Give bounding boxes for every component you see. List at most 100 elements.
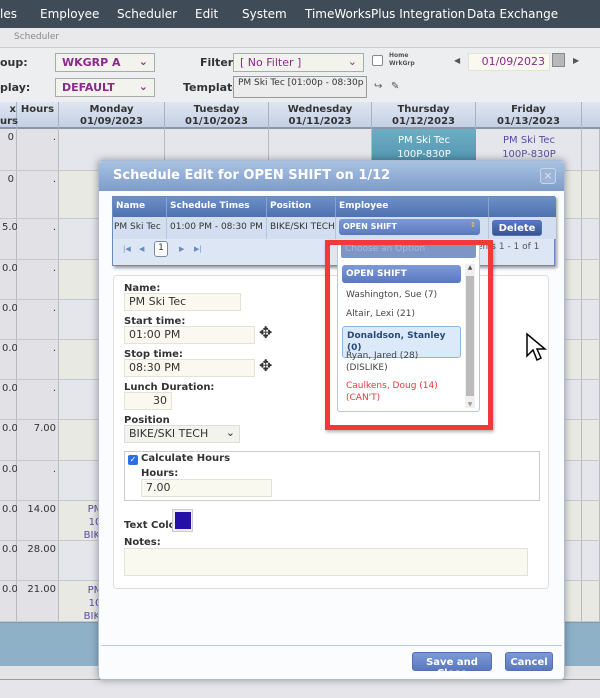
display-value: DEFAULT xyxy=(62,81,115,94)
column-monday[interactable]: Monday 01/09/2023 xyxy=(59,102,165,129)
cell-max: 0.00 xyxy=(0,541,24,580)
notes-textarea[interactable] xyxy=(124,548,528,576)
hours-input[interactable]: 7.00 xyxy=(141,479,272,497)
grid-header-actions xyxy=(489,197,556,217)
chevron-down-icon: ⌄ xyxy=(347,55,357,68)
cell-hours: . xyxy=(17,171,59,218)
toolbar: oup: WKGRP A ⌄ Filter: [ No Filter ] ⌄ Hom… xyxy=(0,48,600,102)
grid-header-employee: Employee xyxy=(336,197,489,217)
time-picker-icon[interactable]: ✥ xyxy=(259,358,272,374)
display-select[interactable]: DEFAULT ⌄ xyxy=(55,78,155,97)
filter-select[interactable]: [ No Filter ] ⌄ xyxy=(233,53,364,72)
save-and-close-button[interactable]: Save and Close xyxy=(412,652,492,679)
name-input[interactable]: PM Ski Tec xyxy=(124,293,241,311)
position-select[interactable]: BIKE/SKI TECH ⌄ xyxy=(124,425,240,443)
start-time-input[interactable]: 01:00 PM xyxy=(124,326,255,344)
cell-max: 0.00 xyxy=(0,380,24,419)
edit-template-icon[interactable]: ✎ xyxy=(391,81,399,92)
calculate-hours-checkbox[interactable]: ✓ xyxy=(128,455,138,465)
employee-select[interactable]: OPEN SHIFT ⇕ xyxy=(339,219,480,235)
pager-prev-icon[interactable]: ◀ xyxy=(139,245,144,253)
hours-label: Hours: xyxy=(141,468,179,479)
date-input[interactable]: 01/09/2023 xyxy=(468,53,550,71)
display-label: play: xyxy=(0,81,31,94)
cell-max: 0.00 xyxy=(0,461,24,500)
cell-hours: 28.00 xyxy=(17,541,59,580)
calendar-icon[interactable] xyxy=(552,53,565,67)
pager-last-icon[interactable]: ▶| xyxy=(194,245,202,253)
cell-hours: . xyxy=(17,300,59,339)
lunch-input[interactable]: 30 xyxy=(124,392,172,410)
cell-hours: . xyxy=(17,340,59,379)
time-picker-icon[interactable]: ✥ xyxy=(259,325,272,341)
pager-first-icon[interactable]: |◀ xyxy=(123,245,131,253)
day-cell[interactable] xyxy=(582,380,600,419)
day-cell[interactable] xyxy=(582,260,600,299)
column-max-hours: x urs xyxy=(0,102,19,129)
grid-header-name: Name xyxy=(113,197,167,217)
cell-hours: . xyxy=(17,461,59,500)
breadcrumb-scheduler[interactable]: Scheduler xyxy=(14,32,59,42)
next-date-icon[interactable]: ▶ xyxy=(573,56,579,65)
day-cell[interactable] xyxy=(582,541,600,580)
delete-button[interactable]: Delete xyxy=(492,220,542,236)
day-cell[interactable] xyxy=(582,300,600,339)
cell-hours: 14.00 xyxy=(17,501,59,540)
cell-max: 5.00 xyxy=(0,219,24,259)
cell-max: 0 xyxy=(0,171,17,218)
day-cell[interactable] xyxy=(582,420,600,460)
menu-item-modules[interactable]: les xyxy=(0,7,17,21)
home-wrkgrp-checkbox[interactable] xyxy=(372,55,383,66)
column-tuesday[interactable]: Tuesday 01/10/2023 xyxy=(165,102,269,129)
pager-page-1[interactable]: 1 xyxy=(154,241,168,257)
stop-time-input[interactable]: 08:30 PM xyxy=(124,359,255,377)
column-wednesday[interactable]: Wednesday 01/11/2023 xyxy=(269,102,372,129)
column-friday[interactable]: Friday 01/13/2023 xyxy=(476,102,582,129)
breadcrumb: Scheduler xyxy=(0,28,600,48)
apply-template-icon[interactable]: ↪ xyxy=(374,81,382,92)
calculate-hours-group: ✓ Calculate Hours Hours: 7.00 xyxy=(124,451,540,501)
day-cell[interactable] xyxy=(582,340,600,379)
row-position: BIKE/SKI TECH xyxy=(267,217,336,239)
grid-header-times: Schedule Times xyxy=(167,197,267,217)
day-cell[interactable] xyxy=(582,171,600,218)
template-input[interactable]: PM Ski Tec [01:00p - 08:30p xyxy=(233,76,367,98)
menu-item-scheduler[interactable]: Scheduler xyxy=(117,7,177,21)
menu-item-data-exchange[interactable]: Data Exchange xyxy=(467,7,558,21)
menu-item-employee[interactable]: Employee xyxy=(40,7,99,21)
cell-max: 0.00 xyxy=(0,581,24,621)
text-color-picker[interactable] xyxy=(172,509,193,532)
mouse-cursor-icon xyxy=(526,332,547,362)
filter-label: Filter: xyxy=(200,56,238,69)
notes-label: Notes: xyxy=(124,537,161,548)
row-times: 01:00 PM - 08:30 PM xyxy=(167,217,267,239)
cell-hours: 7.00 xyxy=(17,420,59,460)
day-cell[interactable] xyxy=(582,461,600,500)
cell-max: 0.00 xyxy=(0,340,24,379)
cancel-button[interactable]: Cancel xyxy=(505,652,553,671)
pager-next-icon[interactable]: ▶ xyxy=(179,245,184,253)
day-cell[interactable] xyxy=(582,219,600,259)
day-cell[interactable] xyxy=(582,129,600,170)
column-thursday[interactable]: Thursday 01/12/2023 xyxy=(372,102,476,129)
cell-max: 0.00 xyxy=(0,300,24,339)
day-cell[interactable] xyxy=(582,501,600,540)
home-label: Home xyxy=(389,52,409,59)
menu-bar: les Employee Scheduler Edit System TimeW… xyxy=(0,0,600,28)
day-cell[interactable] xyxy=(582,581,600,621)
close-icon[interactable]: × xyxy=(540,168,556,184)
row-employee-cell: OPEN SHIFT ⇕ xyxy=(336,217,489,239)
cell-max: 0.00 xyxy=(0,420,24,460)
chevron-down-icon: ⌄ xyxy=(138,80,148,93)
menu-item-system[interactable]: System xyxy=(242,7,287,21)
menu-item-edit[interactable]: Edit xyxy=(195,7,218,21)
cell-max: 0.00 xyxy=(0,501,24,540)
prev-date-icon[interactable]: ◀ xyxy=(454,56,460,65)
menu-item-timeworksplus[interactable]: TimeWorksPlus Integration xyxy=(305,7,465,21)
group-select[interactable]: WKGRP A ⌄ xyxy=(55,53,155,72)
schedule-grid-header: x urs Hours Monday 01/09/2023 Tuesday 01/10… xyxy=(0,102,600,129)
wrkgrp-label: WrkGrp xyxy=(389,60,415,67)
color-swatch xyxy=(175,512,191,529)
dialog-title: Schedule Edit for OPEN SHIFT on 1/12 xyxy=(99,161,564,191)
grid-header-position: Position xyxy=(267,197,336,217)
